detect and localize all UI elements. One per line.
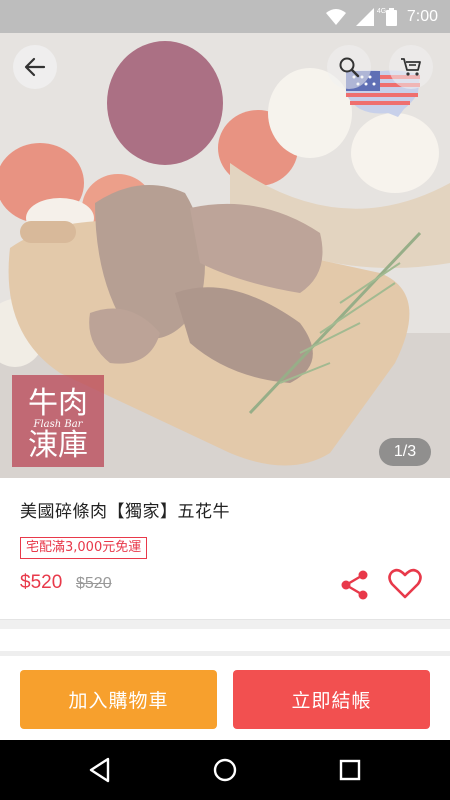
share-icon [341, 570, 368, 600]
share-button[interactable] [340, 569, 370, 601]
heart-icon [388, 568, 422, 599]
cellular-signal-group: 4G [355, 8, 386, 26]
nav-recents-icon[interactable] [336, 756, 364, 784]
search-button[interactable] [327, 45, 371, 89]
svg-text:牛肉: 牛肉 [28, 386, 88, 421]
nav-back-icon[interactable] [86, 756, 114, 784]
system-navigation-bar [0, 740, 450, 800]
add-to-cart-button[interactable]: 加入購物車 [20, 670, 217, 729]
cart-button[interactable] [389, 45, 433, 89]
carousel-page-indicator: 1/3 [379, 438, 431, 466]
product-price: $520 [20, 572, 63, 593]
search-icon [339, 57, 360, 78]
svg-text:Flash Bar: Flash Bar [33, 419, 84, 430]
product-image-carousel[interactable]: 牛肉 涷庫 Flash Bar 1/3 [0, 33, 450, 478]
section-divider [0, 619, 450, 629]
product-title: 美國碎條肉【獨家】五花牛 [20, 502, 230, 522]
free-shipping-tag: 宅配滿3,000元免運 [20, 537, 148, 559]
battery-icon [385, 8, 397, 26]
cellular-signal-icon [355, 8, 374, 26]
status-bar: 4G 7:00 [0, 0, 450, 33]
back-arrow-icon [24, 57, 46, 77]
original-price: $520 [76, 575, 112, 592]
nav-home-icon[interactable] [211, 756, 239, 784]
wifi-icon [325, 9, 346, 25]
svg-text:涷庫: 涷庫 [28, 428, 88, 463]
network-type-label: 4G [376, 8, 387, 15]
back-button[interactable] [13, 45, 57, 89]
favorite-button[interactable] [388, 568, 422, 600]
purchase-action-bar: 加入購物車 立即結帳 [0, 656, 450, 740]
status-icons: 4G 7:00 [325, 6, 438, 28]
brand-logo-watermark: 牛肉 涷庫 Flash Bar [12, 375, 104, 467]
checkout-now-button[interactable]: 立即結帳 [233, 670, 430, 729]
status-time: 7:00 [406, 8, 438, 25]
cart-icon [401, 58, 421, 76]
